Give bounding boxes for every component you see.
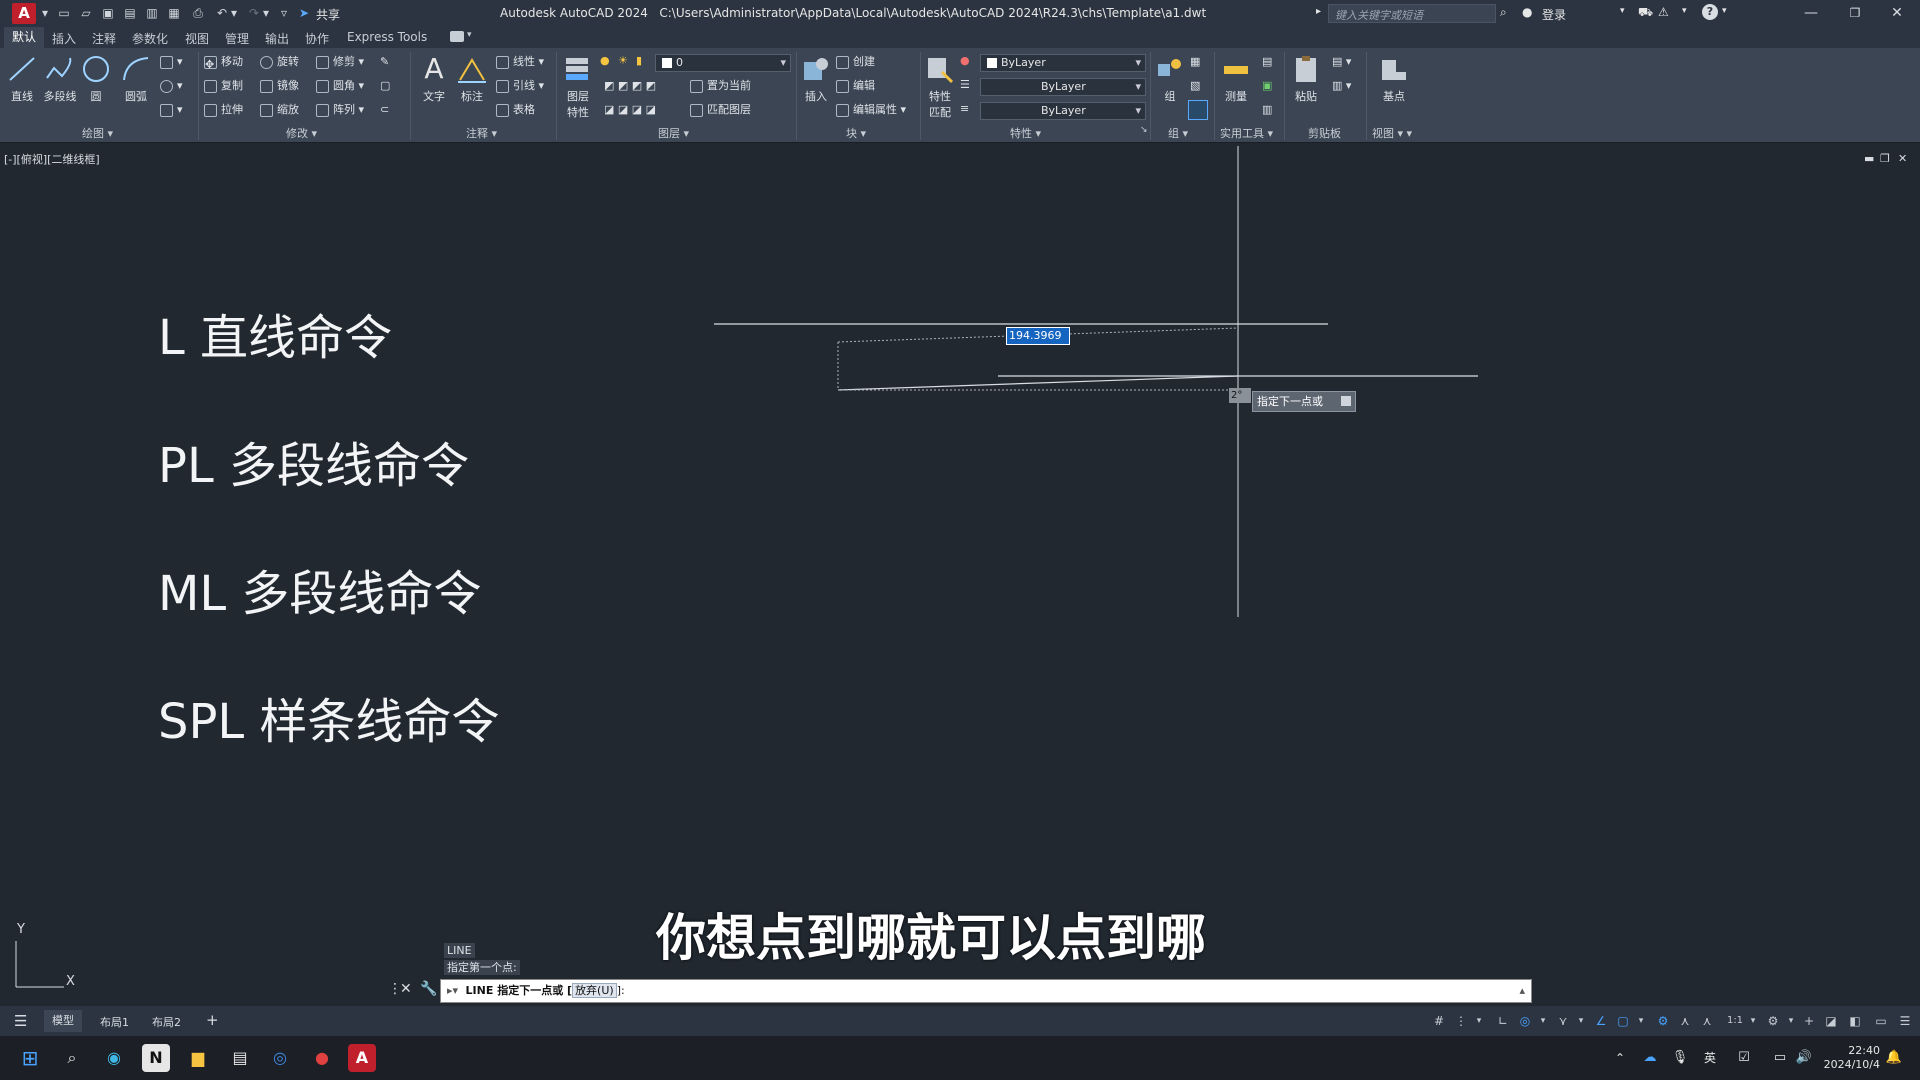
chevron-down-icon[interactable]: ▾ (1784, 1014, 1798, 1028)
ucs-y-label: Y (17, 922, 25, 937)
prompt-tooltip: 指定下一点或 (1252, 391, 1356, 412)
file-explorer-icon[interactable]: ▆ (184, 1044, 212, 1072)
app-icon-2[interactable]: ◎ (266, 1044, 294, 1072)
notion-icon[interactable]: N (142, 1044, 170, 1072)
notification-icon[interactable]: 🔔 (1880, 1044, 1908, 1072)
tab-model[interactable]: 模型 (44, 1010, 82, 1032)
plus-icon[interactable]: + (1802, 1014, 1816, 1028)
grid-icon[interactable]: # (1432, 1014, 1446, 1028)
input-method[interactable]: 英 (1696, 1044, 1724, 1072)
customization-menu-icon[interactable]: ☰ (1898, 1014, 1912, 1028)
ortho-icon[interactable]: ∟ (1496, 1014, 1510, 1028)
isolate-icon[interactable]: ◪ (1824, 1014, 1838, 1028)
settings-gear-icon[interactable]: ⚙ (1766, 1014, 1780, 1028)
tab-layout2[interactable]: 布局2 (152, 1014, 181, 1030)
status-bar: ☰ 模型 布局1 布局2 + # ⋮ ▾ ∟ ◎ ▾ ⋎ ▾ ∠ ▢ ▾ ⚙ ⋏… (0, 1006, 1920, 1036)
hardware-accel-icon[interactable]: ◧ (1848, 1014, 1862, 1028)
command-prompt-end: ]: (616, 984, 625, 997)
undo-option[interactable]: 放弃(U) (572, 983, 617, 998)
chevron-down-icon[interactable]: ▾ (1536, 1014, 1550, 1028)
chevron-down-icon[interactable]: ▾ (1634, 1014, 1648, 1028)
windows-taskbar: ⊞ ⌕ ◉ N ▆ ▤ ◎ ● A ⌃ ☁ 🎙 英 ☑ ▭ 🔊 22:40 202… (0, 1036, 1920, 1080)
system-clock[interactable]: 22:40 2024/10/4 (1824, 1044, 1880, 1072)
annotation-autoscale-icon[interactable]: ⋏ (1678, 1014, 1692, 1028)
command-prompt: LINE 指定下一点或 [ (465, 984, 573, 997)
tooltip-options-icon[interactable] (1341, 396, 1351, 406)
cloud-icon[interactable]: ☁ (1636, 1044, 1664, 1072)
chevron-down-icon[interactable]: ▾ (1746, 1014, 1760, 1028)
osnap-tracking-icon[interactable]: ∠ (1594, 1014, 1608, 1028)
close-icon[interactable]: ✕ (400, 981, 412, 997)
customize-icon[interactable]: 🔧 (420, 981, 437, 997)
volume-icon[interactable]: 🔊 (1790, 1044, 1818, 1072)
search-icon[interactable]: ⌕ (58, 1044, 86, 1072)
angle-readout: 2° (1229, 388, 1251, 403)
isodraft-icon[interactable]: ⋎ (1556, 1014, 1570, 1028)
annotation-scale-icon[interactable]: ⋏ (1700, 1014, 1714, 1028)
app-icon[interactable]: ▤ (226, 1044, 254, 1072)
dynamic-length-input[interactable]: 194.3969 (1006, 327, 1070, 345)
rubberband-line (837, 375, 1239, 391)
command-input[interactable]: ▸▾ LINE 指定下一点或 [放弃(U)]: ▴ (440, 979, 1532, 1003)
scale-dropdown[interactable]: 1:1 (1724, 1014, 1746, 1028)
windows-start-icon[interactable]: ⊞ (16, 1044, 44, 1072)
microphone-icon[interactable]: 🎙 (1666, 1044, 1694, 1072)
chevron-up-icon[interactable]: ⌃ (1606, 1044, 1634, 1072)
ucs-x-label: X (66, 974, 75, 989)
autocad-window: A ▾ ▭ ▱ ▣ ▤ ▥ ▦ ⎙ ↶ ▾ ↷ ▾ ▿ ➤ 共享 Autodes… (0, 0, 1920, 1080)
tab-layout1[interactable]: 布局1 (100, 1014, 129, 1030)
chevron-down-icon[interactable]: ▸▾ (447, 984, 458, 997)
checkbox-icon[interactable]: ☑ (1730, 1044, 1758, 1072)
polar-icon[interactable]: ◎ (1518, 1014, 1532, 1028)
osnap-icon[interactable]: ▢ (1616, 1014, 1630, 1028)
command-history-line: 指定第一个点: (444, 960, 520, 975)
chevron-down-icon[interactable]: ▾ (1574, 1014, 1588, 1028)
annotation-visibility-icon[interactable]: ⚙ (1656, 1014, 1670, 1028)
chevron-up-icon[interactable]: ▴ (1519, 980, 1525, 1002)
menu-icon[interactable]: ☰ (14, 1012, 27, 1030)
autocad-taskbar-icon[interactable]: A (348, 1044, 376, 1072)
recorder-icon[interactable]: ● (308, 1044, 336, 1072)
edge-browser-icon[interactable]: ◉ (100, 1044, 128, 1072)
command-line-tools: ⋮ ✕ 🔧 (388, 979, 440, 1003)
chevron-down-icon[interactable]: ▾ (1472, 1014, 1486, 1028)
snap-icon[interactable]: ⋮ (1454, 1014, 1468, 1028)
add-layout-icon[interactable]: + (206, 1011, 219, 1029)
clean-screen-icon[interactable]: ▭ (1874, 1014, 1888, 1028)
video-subtitle: 你想点到哪就可以点到哪 (656, 909, 1206, 967)
command-history-line: LINE (444, 943, 475, 958)
